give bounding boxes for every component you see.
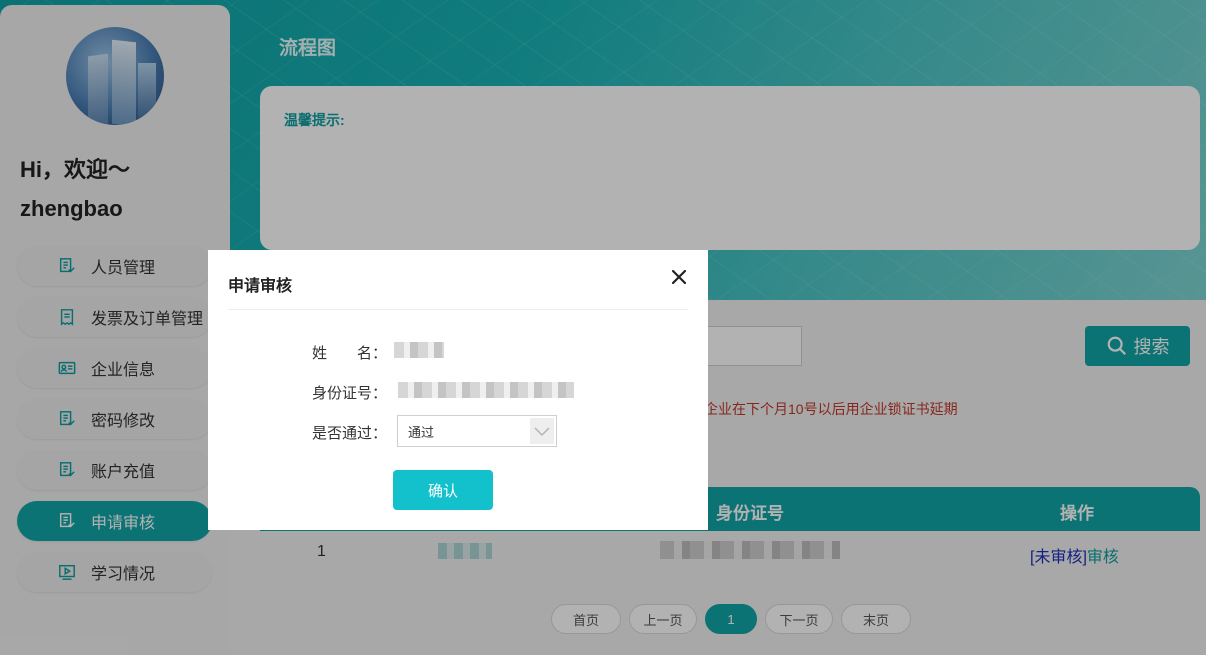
- close-button[interactable]: [668, 266, 690, 288]
- modal-divider: [228, 309, 688, 310]
- pass-select[interactable]: 通过: [397, 415, 557, 447]
- name-label: 姓 名：: [312, 345, 388, 362]
- id-number-label: 身份证号：: [312, 385, 388, 402]
- pass-label: 是否通过：: [312, 425, 388, 442]
- confirm-button[interactable]: 确认: [393, 470, 493, 510]
- modal-title: 申请审核: [228, 278, 293, 295]
- review-modal: 申请审核 姓 名： 身份证号： 是否通过： 通过 确认: [208, 250, 708, 530]
- pass-select-value: 通过: [408, 424, 435, 440]
- name-value-masked: [394, 342, 444, 358]
- close-icon: [671, 269, 687, 285]
- id-number-value-masked: [398, 382, 574, 398]
- chevron-down-icon: [530, 418, 554, 444]
